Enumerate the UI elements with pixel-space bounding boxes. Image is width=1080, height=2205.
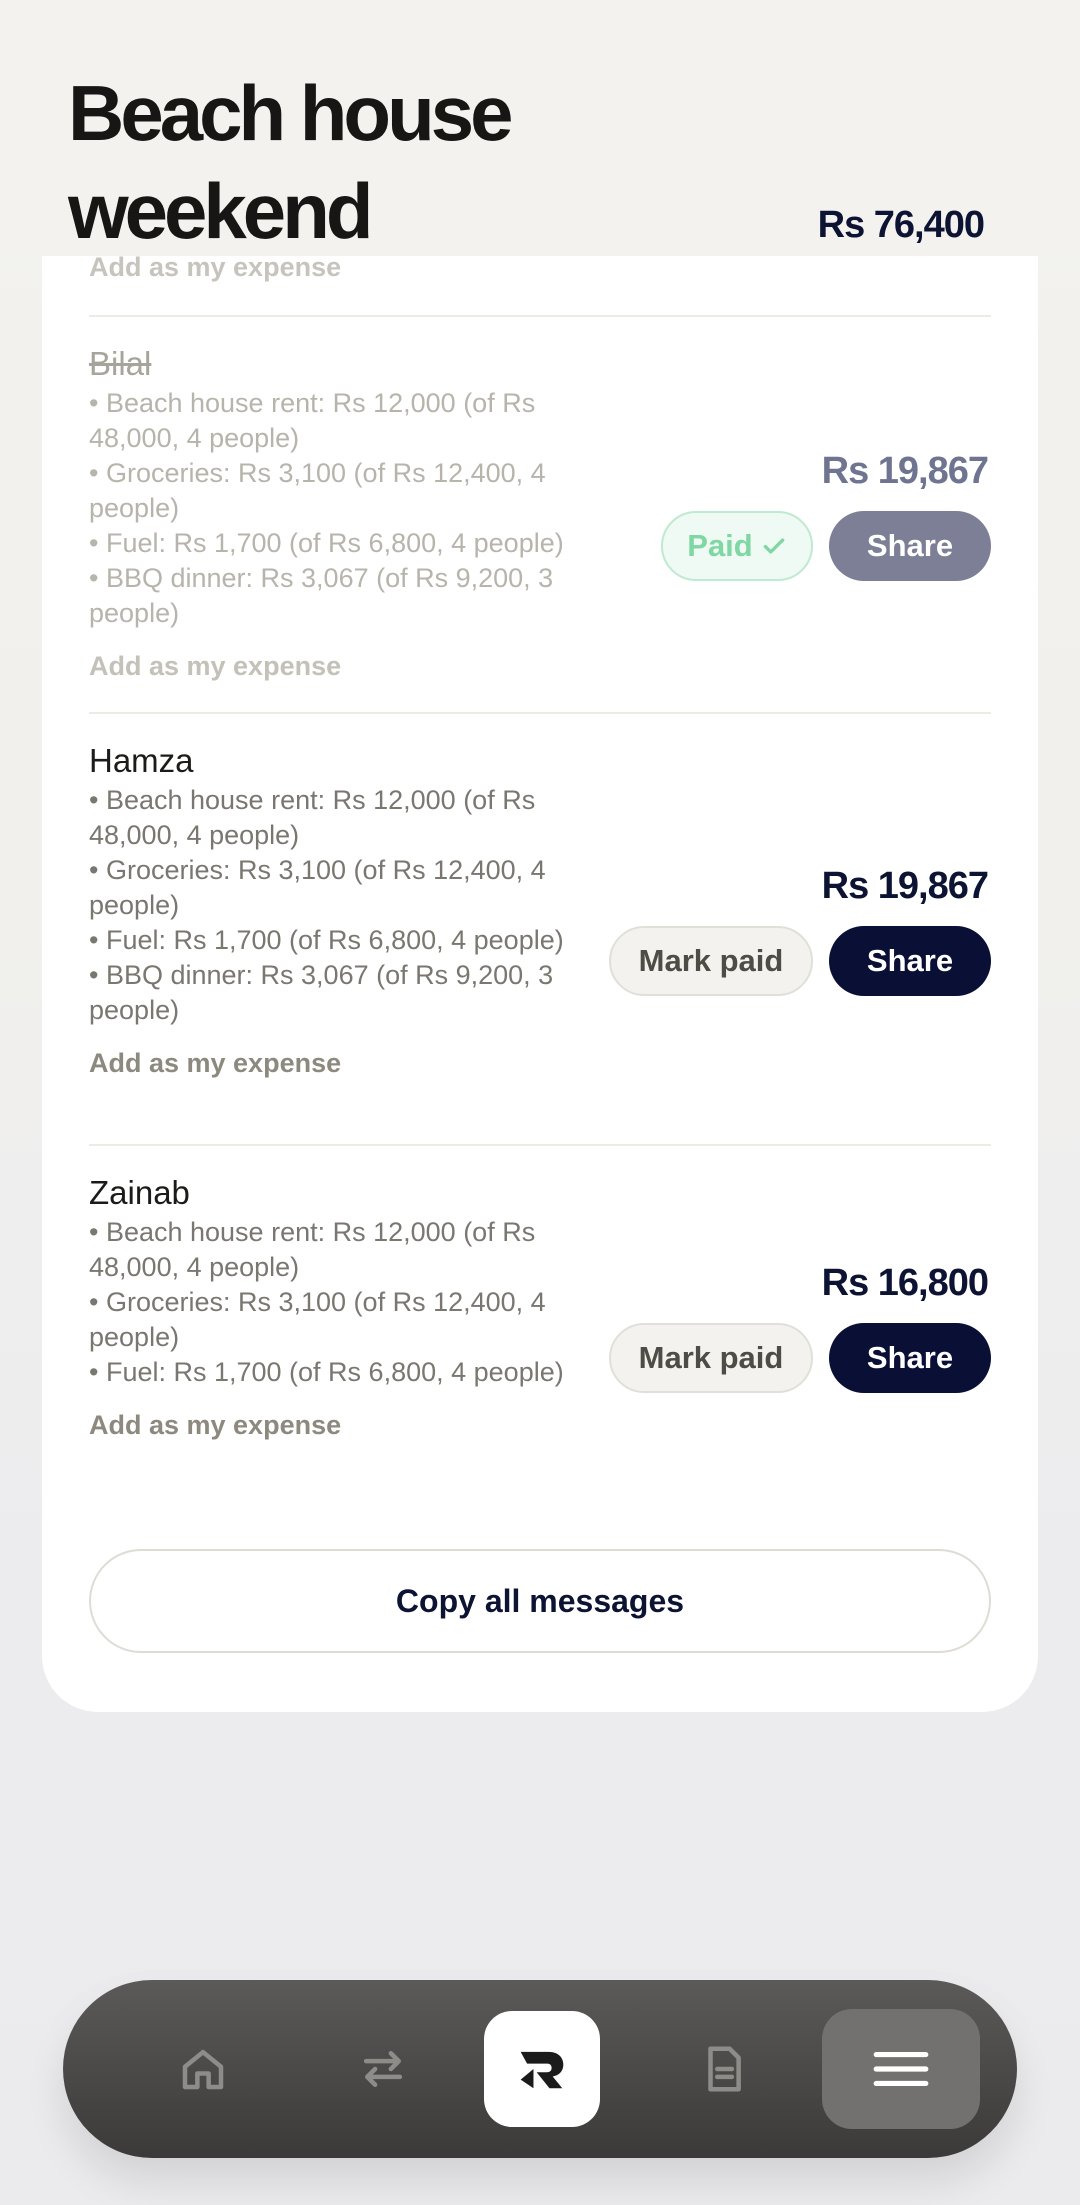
- add-expense-link[interactable]: Add as my expense: [89, 651, 341, 682]
- expense-line: • Fuel: Rs 1,700 (of Rs 6,800, 4 people): [89, 528, 564, 558]
- total-amount: Rs 76,400: [817, 204, 985, 246]
- person-name: Hamza: [89, 742, 194, 779]
- divider: [89, 315, 991, 317]
- paid-label: Paid: [687, 528, 753, 563]
- bottom-nav: [63, 1980, 1017, 2158]
- nav-app-logo[interactable]: [484, 2011, 600, 2127]
- paid-badge[interactable]: Paid: [661, 511, 813, 581]
- expense-breakdown: • Beach house rent: Rs 12,000 (of Rs 48,…: [89, 783, 609, 1028]
- person-bilal: Bilal • Beach house rent: Rs 12,000 (of …: [89, 344, 609, 682]
- home-icon: [182, 2049, 224, 2090]
- expense-line: • BBQ dinner: Rs 3,067 (of Rs 9,200, 3 p…: [89, 960, 554, 1025]
- share-button[interactable]: Share: [829, 511, 991, 581]
- nav-menu[interactable]: [822, 2009, 980, 2129]
- expense-line: • Beach house rent: Rs 12,000 (of Rs 48,…: [89, 1217, 536, 1282]
- person-name: Bilal: [89, 345, 152, 382]
- share-button[interactable]: Share: [829, 926, 991, 996]
- expense-line: • Groceries: Rs 3,100 (of Rs 12,400, 4 p…: [89, 855, 546, 920]
- expense-line: • Groceries: Rs 3,100 (of Rs 12,400, 4 p…: [89, 1287, 546, 1352]
- expense-line: • Fuel: Rs 1,700 (of Rs 6,800, 4 people): [89, 1357, 564, 1387]
- person-amount: Rs 19,867: [821, 865, 989, 907]
- divider: [89, 1144, 991, 1146]
- nav-documents[interactable]: [664, 1980, 784, 2158]
- person-hamza: Hamza • Beach house rent: Rs 12,000 (of …: [89, 741, 609, 1079]
- menu-icon: [873, 2051, 929, 2087]
- document-icon: [708, 2046, 741, 2092]
- divider: [89, 712, 991, 714]
- expense-breakdown: • Beach house rent: Rs 12,000 (of Rs 48,…: [89, 386, 609, 631]
- person-zainab: Zainab • Beach house rent: Rs 12,000 (of…: [89, 1173, 609, 1441]
- expense-line: • Groceries: Rs 3,100 (of Rs 12,400, 4 p…: [89, 458, 546, 523]
- nav-transfer[interactable]: [323, 1980, 443, 2158]
- page-header: Beach house weekend Rs 76,400: [0, 0, 1080, 256]
- transfer-icon: [363, 2051, 403, 2087]
- expense-line: • BBQ dinner: Rs 3,067 (of Rs 9,200, 3 p…: [89, 563, 554, 628]
- add-expense-link[interactable]: Add as my expense: [89, 1410, 341, 1441]
- nav-home[interactable]: [143, 1980, 263, 2158]
- person-amount: Rs 19,867: [821, 450, 989, 492]
- expense-breakdown: • Beach house rent: Rs 12,000 (of Rs 48,…: [89, 1215, 609, 1390]
- expense-line: • Beach house rent: Rs 12,000 (of Rs 48,…: [89, 388, 536, 453]
- mark-paid-button[interactable]: Mark paid: [609, 926, 813, 996]
- person-amount: Rs 16,800: [821, 1262, 989, 1304]
- share-button[interactable]: Share: [829, 1323, 991, 1393]
- copy-all-messages-button[interactable]: Copy all messages: [89, 1549, 991, 1653]
- expense-line: • Fuel: Rs 1,700 (of Rs 6,800, 4 people): [89, 925, 564, 955]
- add-expense-link[interactable]: Add as my expense: [89, 1048, 341, 1079]
- expense-line: • Beach house rent: Rs 12,000 (of Rs 48,…: [89, 785, 536, 850]
- mark-paid-button[interactable]: Mark paid: [609, 1323, 813, 1393]
- person-name: Zainab: [89, 1174, 190, 1211]
- page-title: Beach house weekend: [68, 69, 513, 255]
- check-icon: [763, 538, 785, 554]
- app-logo-icon: [520, 2051, 564, 2089]
